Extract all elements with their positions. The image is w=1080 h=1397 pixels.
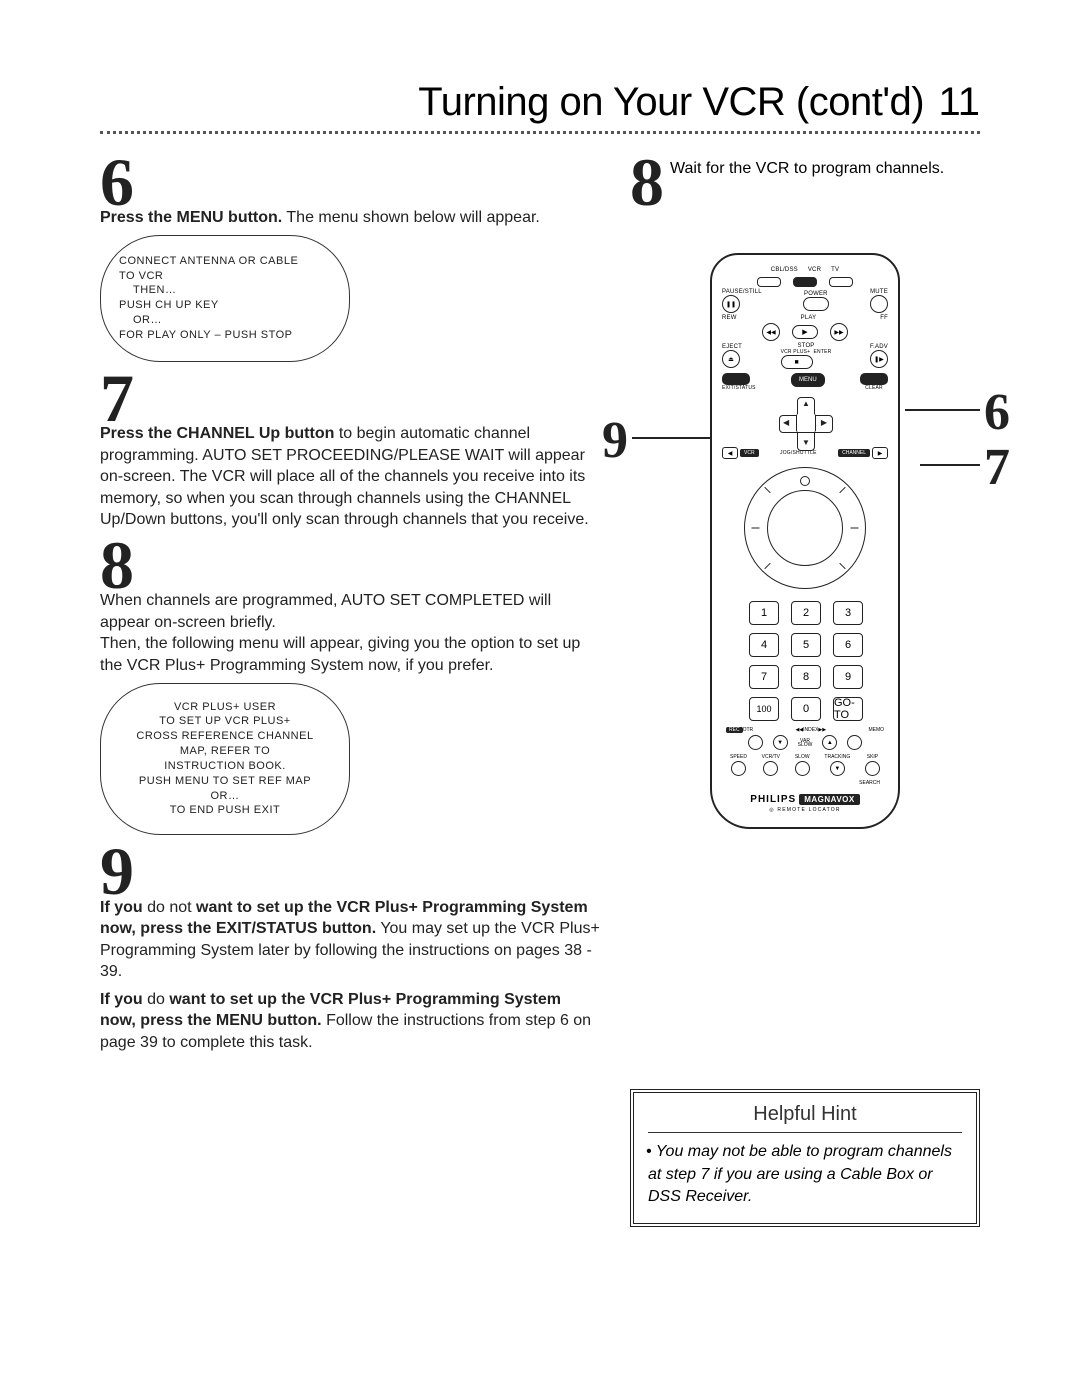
pause-button[interactable]: ❚❚ [722, 295, 740, 313]
step-9-number: 9 [100, 841, 600, 902]
memo-button[interactable] [847, 735, 862, 750]
step-9: 9 If you do not want to set up the VCR P… [100, 841, 600, 1053]
num-1-button[interactable]: 1 [749, 601, 779, 625]
num-6-button[interactable]: 6 [833, 633, 863, 657]
step-7: 7 Press the CHANNEL Up button to begin a… [100, 368, 600, 531]
mode-tv-button[interactable] [829, 277, 853, 287]
num-9-button[interactable]: 9 [833, 665, 863, 689]
num-4-button[interactable]: 4 [749, 633, 779, 657]
num-5-button[interactable]: 5 [791, 633, 821, 657]
jog-shuttle-wheel[interactable] [744, 467, 866, 589]
step-6-bold: Press the MENU button. [100, 209, 282, 226]
num-2-button[interactable]: 2 [791, 601, 821, 625]
mute-button[interactable] [870, 295, 888, 313]
brand-row: PHILIPSMAGNAVOX [722, 794, 888, 805]
manual-page: Turning on Your VCR (cont'd) 11 6 Press … [0, 0, 1080, 1267]
jog-right-button[interactable]: ▶ [872, 447, 888, 459]
remote-footer: ◎ REMOTE LOCATOR [722, 807, 888, 813]
right-column: 8 Wait for the VCR to program channels. … [630, 152, 980, 1227]
clear-button[interactable] [860, 373, 888, 385]
callout-9: 9 [602, 411, 628, 470]
step-6-rest: The menu shown below will appear. [282, 209, 540, 226]
tracking-button[interactable]: ▼ [830, 761, 845, 776]
menu-button[interactable]: MENU [791, 373, 825, 387]
rec-button[interactable] [748, 735, 763, 750]
step-8-right-text: Wait for the VCR to program channels. [670, 158, 944, 180]
num-3-button[interactable]: 3 [833, 601, 863, 625]
vcrtv-button[interactable] [763, 761, 778, 776]
skip-button[interactable] [865, 761, 880, 776]
number-pad: 1 2 3 4 5 6 7 8 9 100 0 GO-TO [722, 601, 888, 721]
fadv-button[interactable]: ❚▶ [870, 350, 888, 368]
exit-status-button[interactable] [722, 373, 750, 385]
helpful-hint-box: Helpful Hint You may not be able to prog… [630, 1089, 980, 1226]
left-column: 6 Press the MENU button. The menu shown … [100, 152, 600, 1058]
num-100-button[interactable]: 100 [749, 697, 779, 721]
callout-6: 6 [984, 383, 1010, 442]
step-8: 8 When channels are programmed, AUTO SET… [100, 535, 600, 835]
rew-button[interactable]: ◀◀ [762, 323, 780, 341]
step-9-body: If you do not want to set up the VCR Plu… [100, 897, 600, 1054]
step-7-body: Press the CHANNEL Up button to begin aut… [100, 423, 600, 531]
page-title-row: Turning on Your VCR (cont'd) 11 [100, 80, 980, 134]
helpful-hint-title: Helpful Hint [648, 1103, 962, 1133]
step-8-onscreen: VCR PLUS+ USER TO SET UP VCR PLUS+ CROSS… [100, 683, 350, 836]
page-title: Turning on Your VCR (cont'd) [418, 80, 924, 124]
step-8-body: When channels are programmed, AUTO SET C… [100, 590, 600, 676]
page-number: 11 [938, 80, 980, 124]
remote-diagram: CBL/DSS VCR TV PAUSE/STILL ❚❚ [630, 253, 980, 829]
eject-button[interactable]: ⏏ [722, 350, 740, 368]
dpad[interactable]: ▲ ▼ ◀ ▶ [779, 397, 831, 449]
ff-button[interactable]: ▶▶ [830, 323, 848, 341]
slow-button[interactable] [795, 761, 810, 776]
goto-button[interactable]: GO-TO [833, 697, 863, 721]
step-7-bold: Press the CHANNEL Up button [100, 425, 334, 442]
speed-button[interactable] [731, 761, 746, 776]
power-button[interactable] [803, 297, 829, 311]
step-8-right-number: 8 [630, 152, 664, 213]
index-prev-button[interactable]: ▼ [773, 735, 788, 750]
step-6-onscreen: CONNECT ANTENNA OR CABLE TO VCR THEN… PU… [100, 235, 350, 362]
step-6: 6 Press the MENU button. The menu shown … [100, 152, 600, 362]
num-0-button[interactable]: 0 [791, 697, 821, 721]
mode-cbldss-button[interactable] [757, 277, 781, 287]
jog-left-button[interactable]: ◀ [722, 447, 738, 459]
search-label: SEARCH [722, 780, 888, 786]
play-button[interactable]: ▶ [792, 325, 818, 339]
stop-button[interactable]: ■ [781, 355, 813, 369]
callout-7: 7 [984, 438, 1010, 497]
step-6-body: Press the MENU button. The menu shown be… [100, 207, 600, 229]
helpful-hint-body: You may not be able to program channels … [648, 1141, 962, 1208]
step-6-number: 6 [100, 152, 600, 213]
step-8-right: 8 Wait for the VCR to program channels. [630, 152, 980, 213]
step-7-number: 7 [100, 368, 600, 429]
index-next-button[interactable]: ▲ [822, 735, 837, 750]
num-8-button[interactable]: 8 [791, 665, 821, 689]
mode-vcr-button[interactable] [793, 277, 817, 287]
remote-control: CBL/DSS VCR TV PAUSE/STILL ❚❚ [710, 253, 900, 829]
step-8-number: 8 [100, 535, 600, 596]
num-7-button[interactable]: 7 [749, 665, 779, 689]
